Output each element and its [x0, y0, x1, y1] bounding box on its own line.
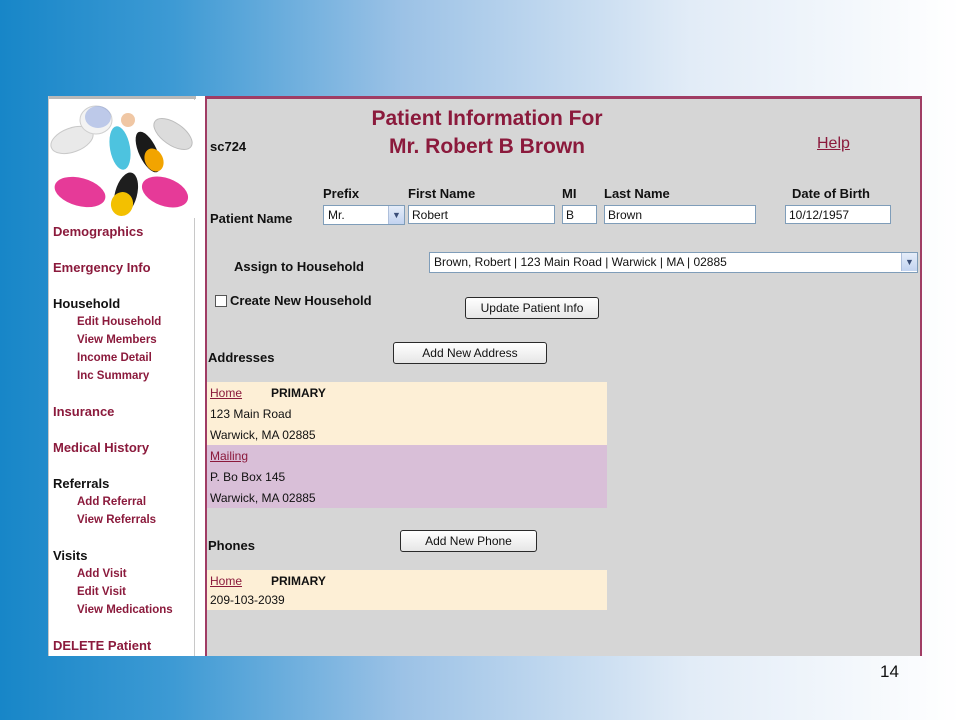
nav-add-visit[interactable]: Add Visit	[77, 568, 127, 580]
last-name-label: Last Name	[604, 186, 670, 201]
primary-badge: PRIMARY	[271, 574, 326, 588]
nav-view-members[interactable]: View Members	[77, 334, 157, 346]
nav-insurance[interactable]: Insurance	[53, 404, 114, 419]
last-name-input[interactable]	[604, 205, 756, 224]
app-window: Demographics Emergency Info Household Ed…	[48, 96, 922, 656]
nav-inc-summary[interactable]: Inc Summary	[77, 370, 149, 382]
household-select[interactable]: Brown, Robert | 123 Main Road | Warwick …	[429, 252, 918, 273]
phone-number: 209-103-2039	[210, 593, 285, 607]
patient-name-label: Patient Name	[210, 211, 293, 226]
address-type-link[interactable]: Mailing	[210, 449, 248, 463]
nav-view-medications[interactable]: View Medications	[77, 604, 173, 616]
prefix-label: Prefix	[323, 186, 360, 201]
addresses-heading: Addresses	[208, 350, 275, 365]
add-phone-button[interactable]: Add New Phone	[400, 530, 537, 552]
nav-referrals-heading: Referrals	[53, 476, 110, 491]
nav-emergency-info[interactable]: Emergency Info	[53, 260, 151, 275]
create-household-label: Create New Household	[230, 293, 372, 308]
help-link[interactable]: Help	[817, 135, 850, 153]
address-line1: P. Bo Box 145	[210, 470, 286, 484]
dob-label: Date of Birth	[792, 186, 870, 201]
screen-code: sc724	[210, 139, 247, 154]
prefix-select[interactable]: Mr. ▼	[323, 205, 405, 225]
create-household-checkbox[interactable]	[215, 295, 227, 307]
nav-edit-household[interactable]: Edit Household	[77, 316, 161, 328]
add-address-button[interactable]: Add New Address	[393, 342, 547, 364]
chevron-down-icon: ▼	[901, 253, 917, 271]
mi-label: MI	[562, 186, 577, 201]
main-panel: Patient Information For Mr. Robert B Bro…	[205, 96, 922, 656]
phone-type-link[interactable]: Home	[210, 574, 242, 588]
address-line2: Warwick, MA 02885	[210, 428, 316, 442]
assign-household-label: Assign to Household	[234, 259, 364, 274]
nav-demographics[interactable]: Demographics	[53, 224, 143, 239]
first-name-input[interactable]	[408, 205, 555, 224]
nav-edit-visit[interactable]: Edit Visit	[77, 586, 126, 598]
prefix-value: Mr.	[328, 208, 345, 222]
nav-view-referrals[interactable]: View Referrals	[77, 514, 156, 526]
update-patient-button[interactable]: Update Patient Info	[465, 297, 599, 319]
nav-household-heading: Household	[53, 296, 121, 311]
address-type-link[interactable]: Home	[210, 386, 242, 400]
page-title-line1: Patient Information For	[371, 107, 603, 130]
phones-heading: Phones	[208, 538, 255, 553]
address-line2: Warwick, MA 02885	[210, 491, 316, 505]
nav-delete-patient[interactable]: DELETE Patient	[53, 638, 151, 653]
chevron-down-icon: ▼	[388, 206, 404, 224]
nav-medical-history[interactable]: Medical History	[53, 440, 149, 455]
primary-badge: PRIMARY	[271, 386, 326, 400]
slide-page-number: 14	[880, 662, 899, 681]
pill-collage-logo	[50, 100, 195, 218]
sidebar: Demographics Emergency Info Household Ed…	[48, 96, 196, 656]
address-line1: 123 Main Road	[210, 407, 292, 421]
nav-income-detail[interactable]: Income Detail	[77, 352, 152, 364]
household-value: Brown, Robert | 123 Main Road | Warwick …	[434, 255, 727, 269]
phone-card-home: Home PRIMARY 209-103-2039	[207, 570, 607, 610]
address-card-home: Home PRIMARY 123 Main Road Warwick, MA 0…	[207, 382, 607, 445]
mi-input[interactable]	[562, 205, 597, 224]
address-card-mailing: Mailing P. Bo Box 145 Warwick, MA 02885	[207, 445, 607, 508]
page-title-line2: Mr. Robert B Brown	[388, 135, 585, 158]
nav-add-referral[interactable]: Add Referral	[77, 496, 146, 508]
nav-visits-heading: Visits	[53, 548, 88, 563]
first-name-label: First Name	[408, 186, 476, 201]
sidebar-top-rule	[49, 96, 196, 99]
dob-input[interactable]	[785, 205, 891, 224]
